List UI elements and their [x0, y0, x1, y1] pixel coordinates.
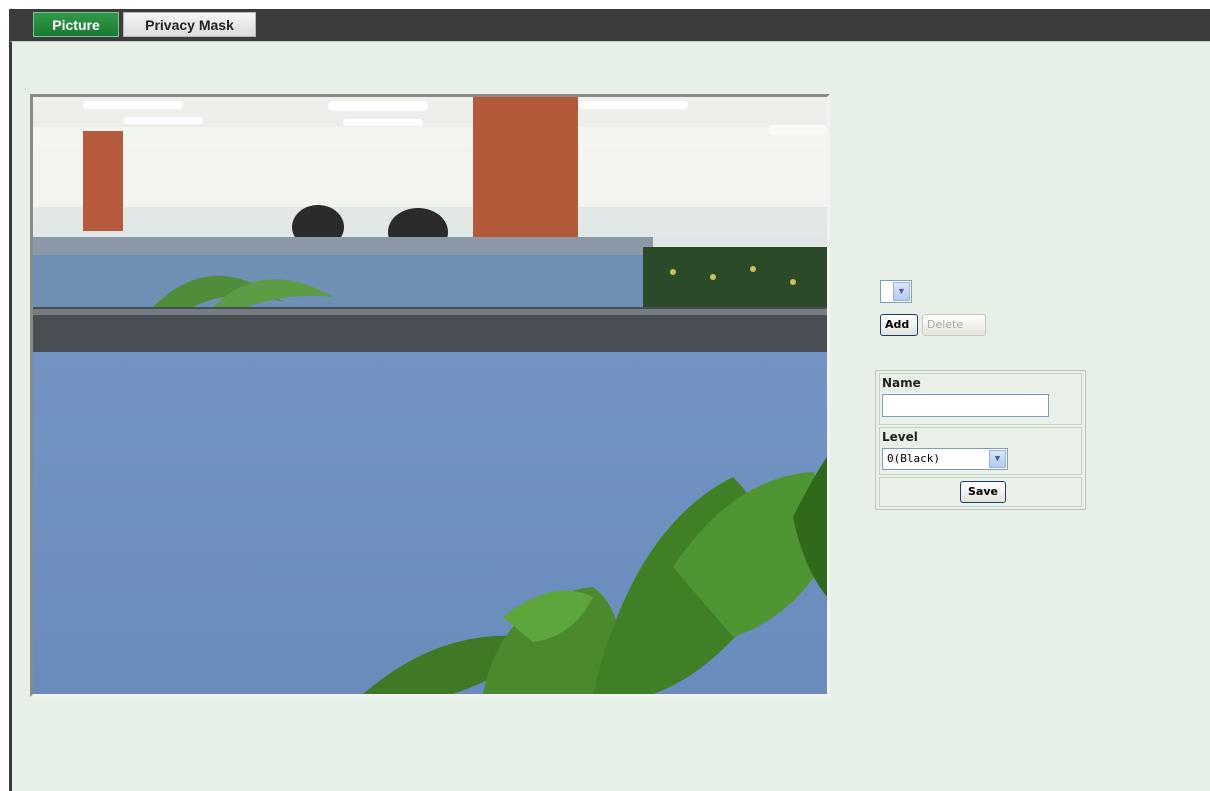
chevron-down-icon[interactable]: ▼: [989, 450, 1006, 468]
level-row: Level 0(Black) ▼: [879, 427, 1082, 475]
name-row: Name: [879, 373, 1082, 425]
level-select[interactable]: 0(Black) ▼: [882, 448, 1008, 470]
save-row: Save: [879, 477, 1082, 507]
mask-properties-panel: Name Level 0(Black) ▼ Save: [875, 370, 1086, 510]
delete-button[interactable]: Delete: [922, 314, 986, 336]
camera-video-view[interactable]: [30, 94, 830, 697]
mask-select[interactable]: ▼: [880, 280, 912, 303]
level-select-value: 0(Black): [887, 452, 940, 465]
add-button[interactable]: Add: [880, 314, 918, 336]
tab-picture[interactable]: Picture: [33, 12, 119, 37]
save-button[interactable]: Save: [960, 481, 1006, 503]
chevron-down-icon[interactable]: ▼: [893, 282, 910, 301]
content-panel: ▼ Add Delete Name Level 0(Black) ▼ Save: [9, 41, 1210, 791]
camera-feed-image: [33, 97, 827, 694]
tab-privacy-mask[interactable]: Privacy Mask: [123, 12, 256, 37]
name-label: Name: [882, 376, 921, 390]
level-label: Level: [882, 430, 918, 444]
top-tab-bar: Picture Privacy Mask: [9, 9, 1210, 41]
name-input[interactable]: [882, 394, 1049, 417]
